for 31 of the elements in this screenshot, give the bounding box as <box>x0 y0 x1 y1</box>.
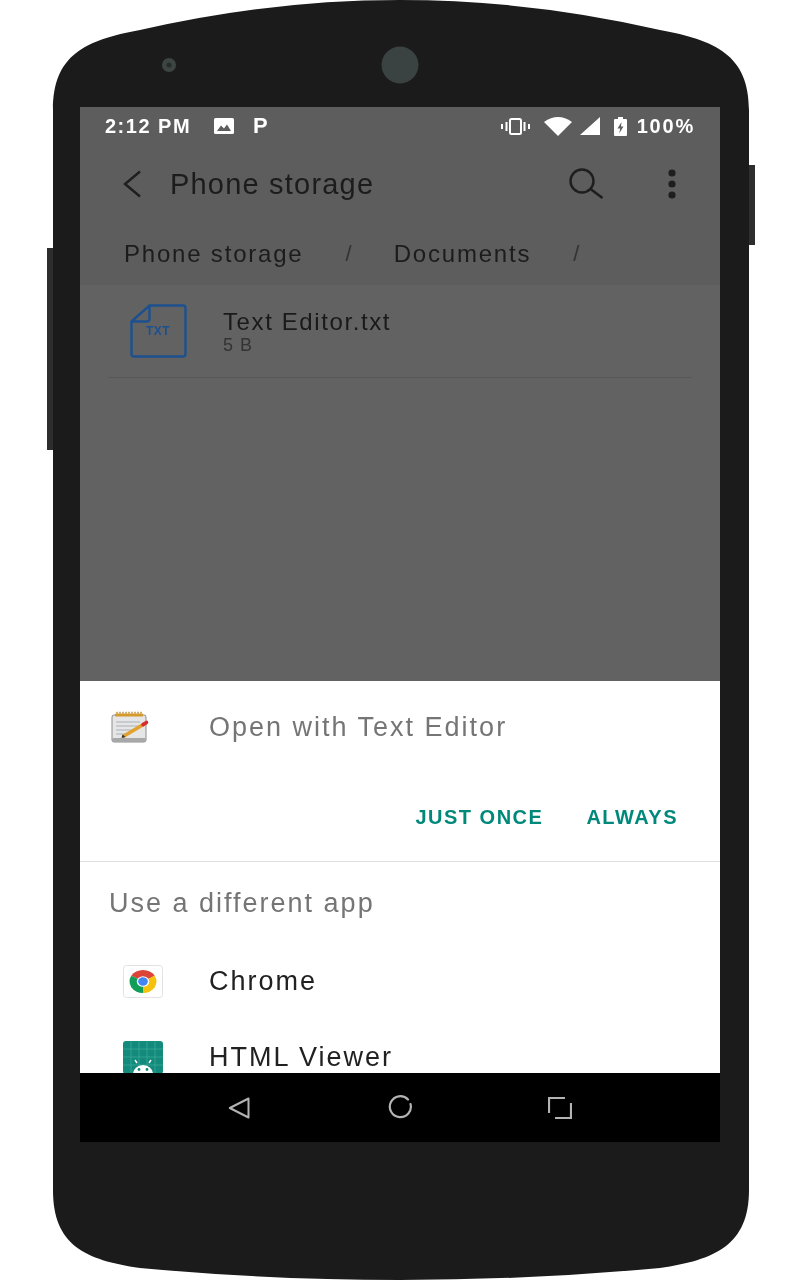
notification-glyph-icon: P <box>253 115 268 137</box>
app-bar-title: Phone storage <box>170 167 376 200</box>
more-options-icon[interactable] <box>668 168 676 199</box>
battery-charging-icon <box>613 116 627 136</box>
vibrate-icon <box>500 117 530 135</box>
recents-icon[interactable] <box>548 1096 572 1119</box>
search-icon[interactable] <box>568 167 604 200</box>
app-name[interactable]: Chrome <box>209 967 318 995</box>
action-button[interactable]: JUST ONCE <box>407 797 552 837</box>
chrome-icon <box>123 964 163 998</box>
section-title: Use a different app <box>109 887 375 918</box>
breadcrumb-link[interactable]: Documents <box>393 239 532 268</box>
back-icon[interactable] <box>228 1096 250 1119</box>
breadcrumb-separator: / <box>573 239 580 268</box>
wifi-icon <box>543 116 572 136</box>
breadcrumb-link[interactable]: Phone storage <box>124 239 304 268</box>
image-icon <box>214 118 235 134</box>
status-time: 2:12 PM <box>105 115 192 137</box>
battery-percent: 100% <box>636 115 695 137</box>
file-type-label: TXT <box>146 324 171 338</box>
dialog-title: Open with Text Editor <box>209 712 508 742</box>
breadcrumb-separator: / <box>345 239 352 268</box>
sensor-dot <box>162 58 176 72</box>
document-icon <box>130 304 187 358</box>
file-name[interactable]: Text Editor.txt <box>223 307 392 335</box>
home-icon[interactable] <box>388 1095 413 1120</box>
notepad-icon <box>110 711 150 743</box>
action-button[interactable]: ALWAYS <box>578 797 686 837</box>
front-camera <box>381 46 419 84</box>
signal-icon <box>579 117 600 135</box>
app-name[interactable]: HTML Viewer <box>209 1043 394 1071</box>
